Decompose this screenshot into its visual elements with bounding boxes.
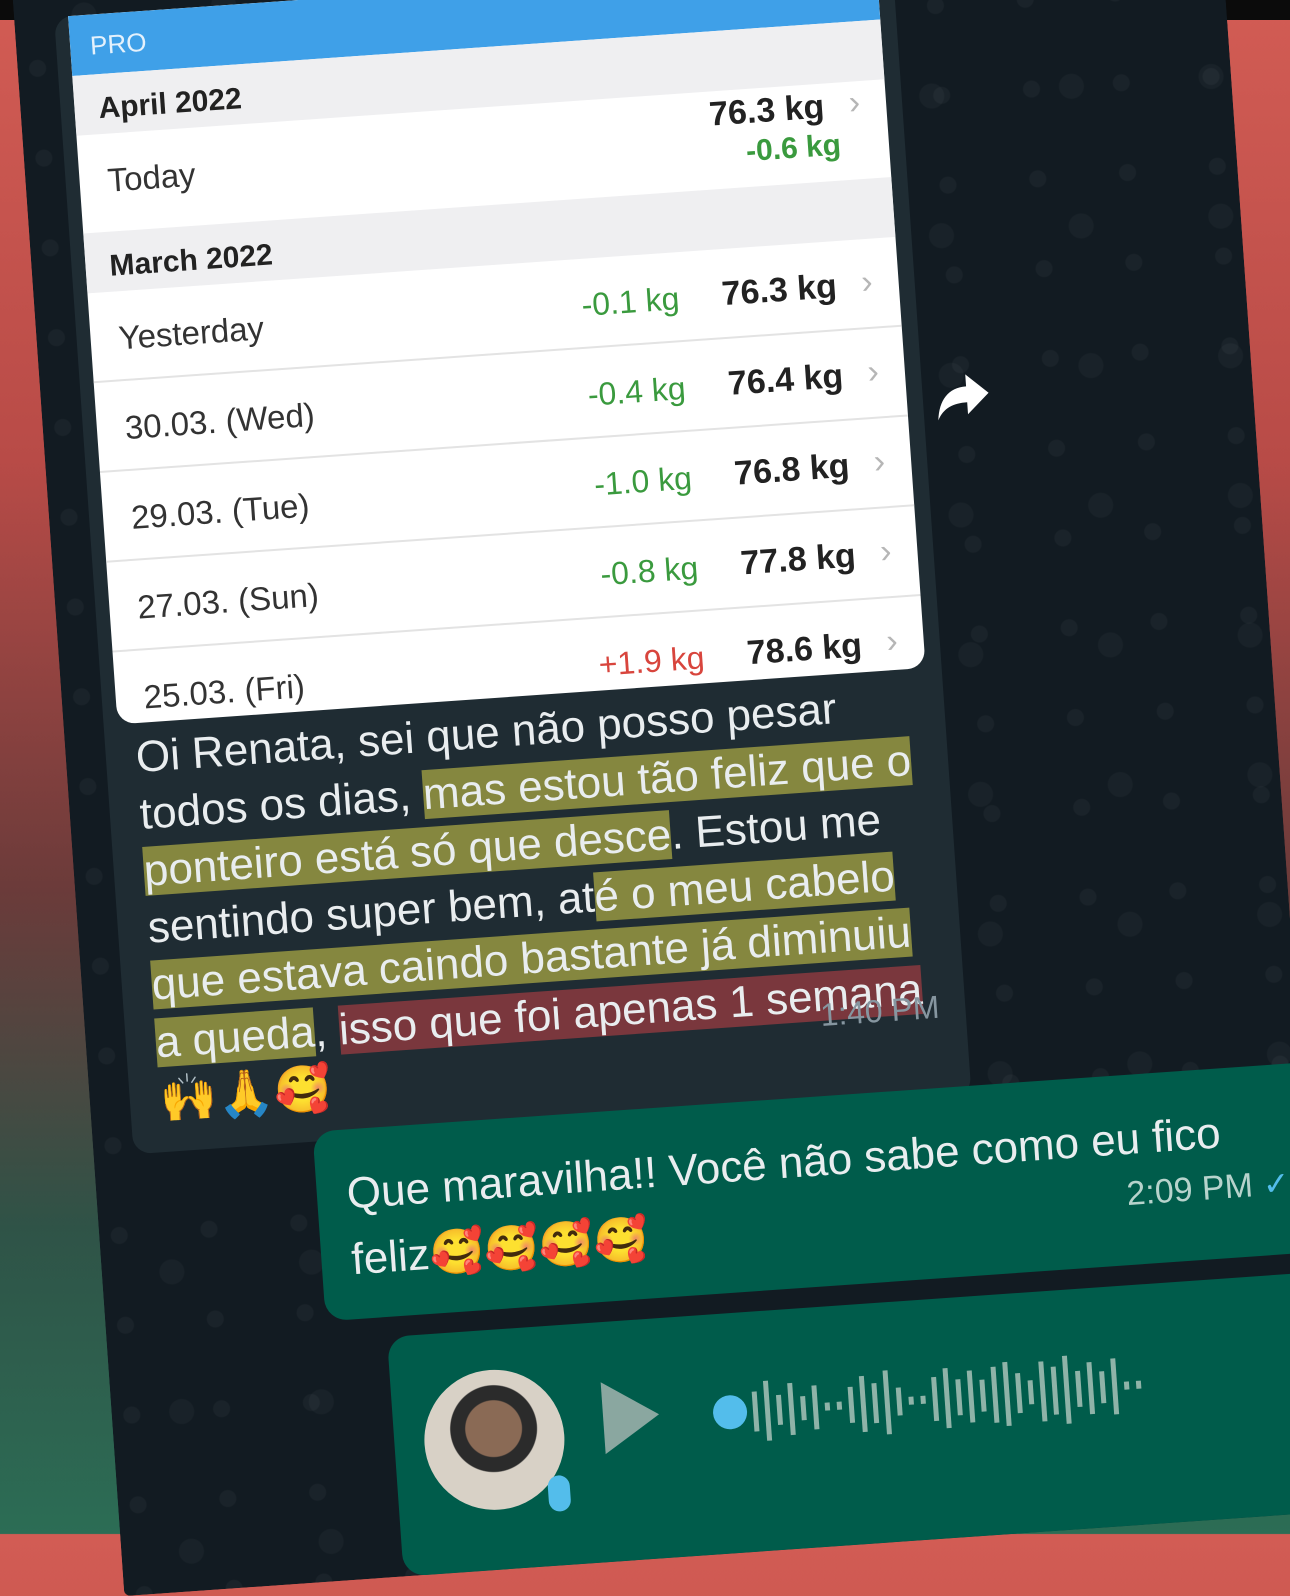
row-weight: 76.3 kg: [720, 267, 839, 314]
waveform: [751, 1355, 1142, 1441]
row-change: -0.1 kg: [580, 280, 681, 323]
row-weight: 77.8 kg: [739, 536, 857, 583]
row-change: -1.0 kg: [592, 459, 694, 503]
row-weight: 76.8 kg: [732, 446, 851, 493]
incoming-message-text: Oi Renata, sei que não posso pesar todos…: [134, 675, 940, 1129]
row-label: 29.03. (Tue): [129, 486, 311, 536]
row-label: 30.03. (Wed): [123, 395, 316, 447]
message-timestamp: 2:09 PM: [1125, 1166, 1255, 1214]
text-plain: ,: [312, 1005, 341, 1057]
row-label: 25.03. (Fri): [142, 667, 307, 716]
avatar: [419, 1365, 570, 1515]
chevron-right-icon: ›: [866, 352, 881, 392]
incoming-message-bubble[interactable]: PRO April 2022 Today -0.6 kg 76.3 kg › M…: [54, 0, 972, 1155]
weight-log-screenshot[interactable]: PRO April 2022 Today -0.6 kg 76.3 kg › M…: [68, 0, 926, 725]
row-label: Today: [106, 155, 197, 199]
row-change: -0.4 kg: [586, 369, 687, 413]
emoji-group: 🙌🙏🥰: [158, 1061, 334, 1126]
chevron-right-icon: ›: [847, 83, 862, 122]
row-weight: 78.6 kg: [745, 626, 864, 673]
row-change: -0.8 kg: [599, 549, 700, 593]
row-weight: 76.4 kg: [726, 356, 845, 403]
chevron-right-icon: ›: [872, 442, 887, 481]
forward-arrow-icon[interactable]: [931, 363, 995, 427]
chevron-right-icon: ›: [885, 621, 899, 661]
row-label: 27.03. (Sun): [136, 576, 320, 626]
row-change: -0.6 kg: [744, 128, 843, 169]
play-icon[interactable]: [600, 1378, 662, 1455]
row-label: Yesterday: [117, 309, 266, 357]
chevron-right-icon: ›: [859, 262, 874, 302]
double-check-icon: ✓✓: [1261, 1162, 1290, 1203]
row-weight: 76.3 kg: [707, 87, 826, 134]
mic-icon: [547, 1474, 572, 1513]
chevron-right-icon: ›: [878, 532, 893, 571]
row-change: +1.9 kg: [597, 639, 706, 683]
chat-screen: PRO April 2022 Today -0.6 kg 76.3 kg › M…: [10, 0, 1290, 1596]
